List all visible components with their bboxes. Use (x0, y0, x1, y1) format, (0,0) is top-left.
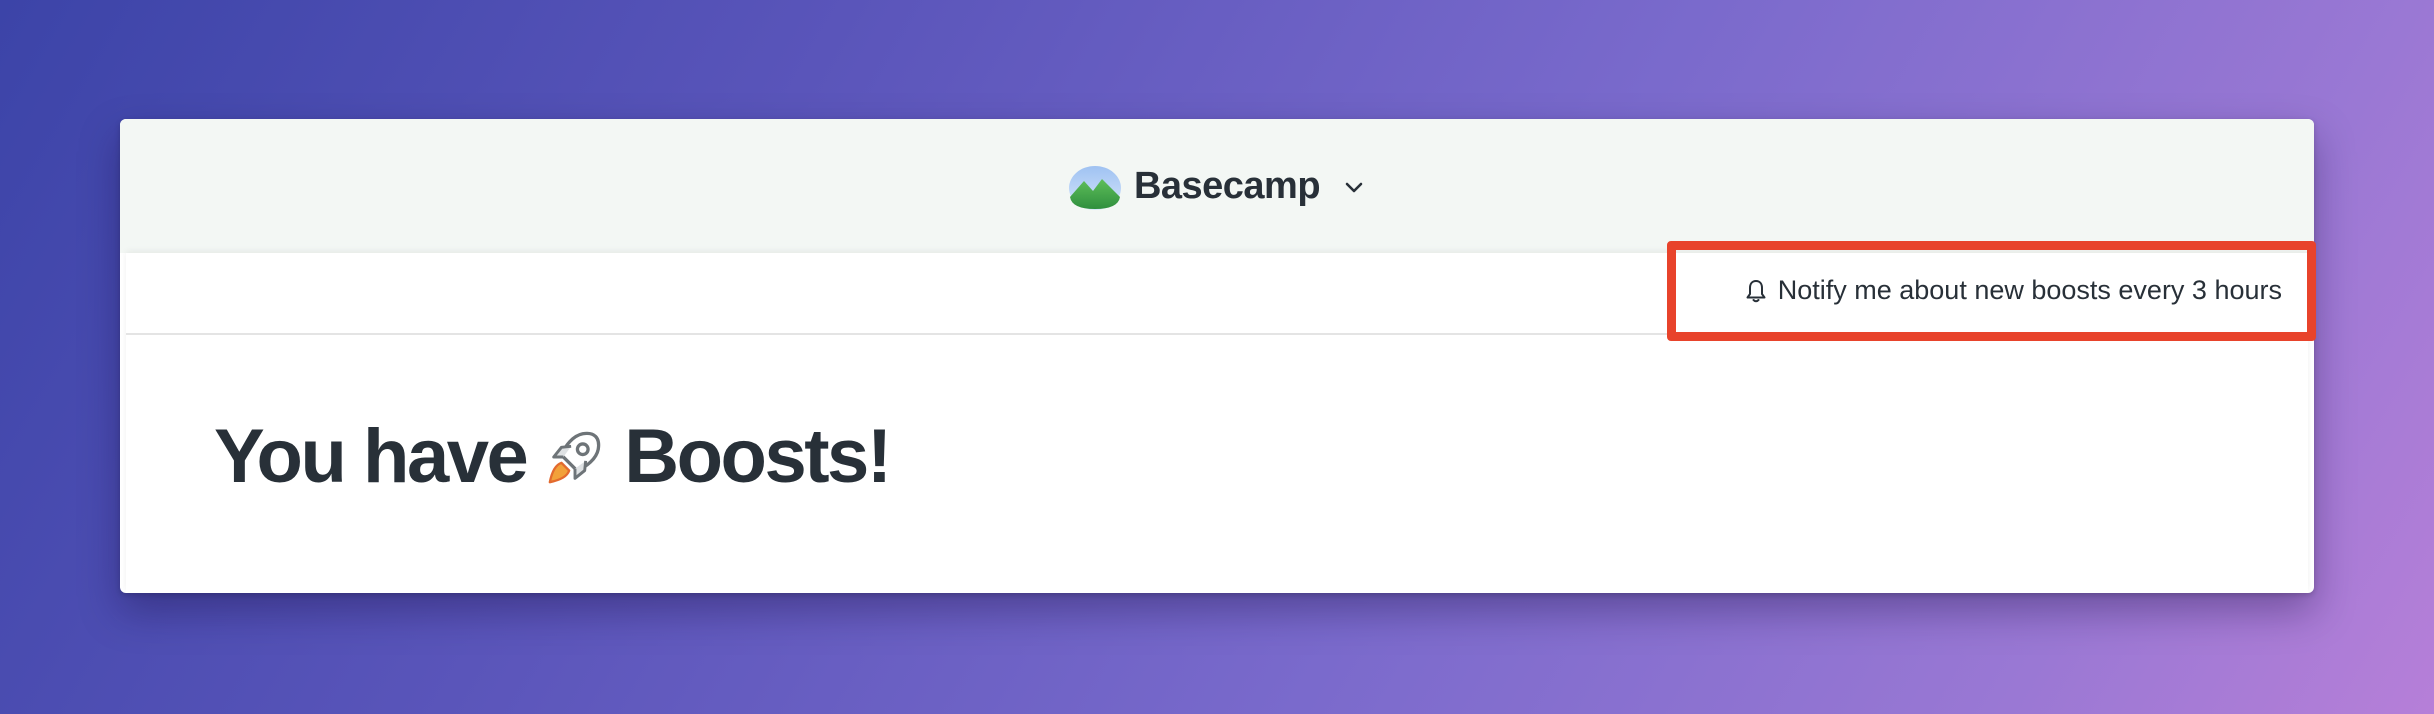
boosts-card: Notify me about new boosts every 3 hours… (126, 253, 2308, 593)
chevron-down-icon[interactable] (1342, 176, 1366, 200)
title-text-end: Boosts! (624, 414, 892, 499)
account-switcher[interactable]: Basecamp (1068, 161, 1366, 211)
app-header: Basecamp (120, 119, 2314, 253)
section-heading-partial (1126, 555, 1134, 567)
page-title: You have Boosts! (214, 413, 892, 500)
rocket-icon (548, 431, 601, 483)
notify-boosts-link[interactable]: Notify me about new boosts every 3 hours (1744, 275, 2282, 306)
app-name: Basecamp (1133, 164, 1321, 207)
bell-icon (1746, 279, 1766, 302)
app-window: Basecamp Notify me about new boosts ever… (120, 119, 2314, 593)
title-text-start: You have (214, 414, 529, 499)
boosts-toolbar: Notify me about new boosts every 3 hours (126, 253, 2308, 335)
notify-label: Notify me about new boosts every 3 hours (1777, 275, 2282, 305)
basecamp-mountain-icon (1068, 166, 1121, 210)
